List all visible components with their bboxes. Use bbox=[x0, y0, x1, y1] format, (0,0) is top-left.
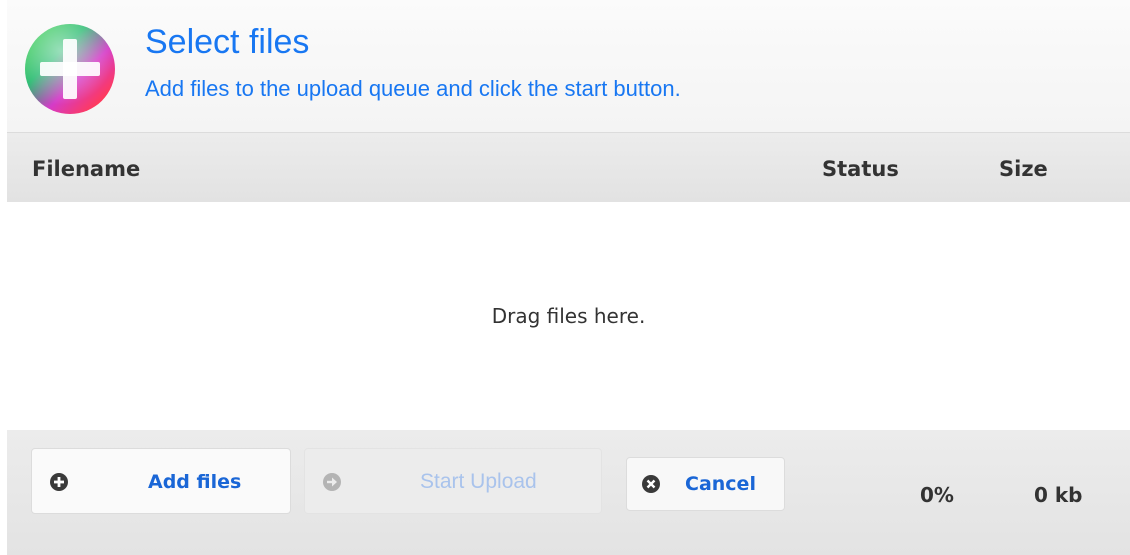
plus-circle-icon bbox=[25, 24, 115, 114]
start-upload-label: Start Upload bbox=[420, 470, 537, 493]
column-size: Size bbox=[999, 157, 1048, 181]
total-progress-percent: 0% bbox=[920, 483, 954, 507]
close-icon bbox=[642, 475, 660, 493]
add-files-label: Add files bbox=[148, 471, 242, 493]
column-filename: Filename bbox=[32, 157, 141, 181]
arrow-right-icon bbox=[323, 473, 341, 491]
start-upload-button[interactable]: Start Upload bbox=[304, 448, 602, 514]
column-status: Status bbox=[822, 157, 899, 181]
plus-icon bbox=[50, 473, 68, 491]
file-uploader: Select files Add files to the upload que… bbox=[7, 0, 1130, 555]
file-drop-zone[interactable]: Drag files here. bbox=[7, 202, 1130, 430]
file-list-header: Filename Status Size bbox=[7, 133, 1130, 202]
uploader-header: Select files Add files to the upload que… bbox=[7, 0, 1130, 133]
cancel-button[interactable]: Cancel bbox=[626, 457, 785, 511]
add-files-button[interactable]: Add files bbox=[31, 448, 291, 514]
cancel-label: Cancel bbox=[685, 473, 756, 495]
drop-hint: Drag files here. bbox=[491, 304, 646, 328]
total-file-size: 0 kb bbox=[1034, 483, 1083, 507]
page-subtitle: Add files to the upload queue and click … bbox=[145, 76, 681, 101]
page-title: Select files bbox=[145, 23, 310, 61]
uploader-footer: Add files Start Upload Cancel 0% 0 kb bbox=[7, 430, 1130, 555]
